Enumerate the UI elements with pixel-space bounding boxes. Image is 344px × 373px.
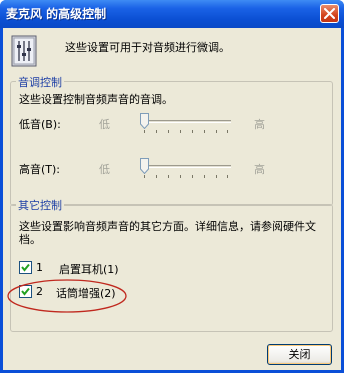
close-button[interactable]: 关闭 (267, 344, 332, 365)
window-title: 麦克风 的高级控制 (6, 7, 107, 21)
treble-label: 高音(T): (19, 163, 61, 176)
other-description-line1: 这些设置影响音频声音的其它方面。详细信息，请参阅硬件文 (19, 220, 316, 233)
bass-slider-track[interactable] (141, 120, 231, 123)
checkmark-icon (21, 263, 30, 272)
option-headphone-row[interactable]: 1 启置耳机(1) (19, 260, 159, 276)
other-group-title: 其它控制 (16, 197, 64, 213)
option-headphone-number: 1 (36, 261, 43, 274)
close-window-button[interactable] (320, 4, 339, 23)
intro-text: 这些设置可用于对音频进行微调。 (65, 41, 230, 54)
bass-slider-thumb[interactable] (140, 113, 149, 129)
treble-low-label: 低 (99, 163, 110, 176)
option-headphone-checkbox[interactable] (19, 261, 32, 274)
bass-high-label: 高 (254, 118, 265, 131)
annotation-ellipse (7, 279, 127, 313)
option-headphone-label: 启置耳机(1) (59, 263, 119, 276)
tone-description: 这些设置控制音频声音的音调。 (19, 93, 173, 106)
treble-slider-ticks (144, 175, 228, 178)
close-icon (324, 8, 335, 19)
dialog-client-area: 这些设置可用于对音频进行微调。 音调控制 这些设置控制音频声音的音调。 低音(B… (3, 28, 341, 370)
treble-slider-thumb[interactable] (140, 158, 149, 174)
dialog-window: 麦克风 的高级控制 这些设置可用于对音频进行微调。 音调控制 这些设置控制音频声… (0, 0, 344, 373)
bass-low-label: 低 (99, 118, 110, 131)
treble-high-label: 高 (254, 163, 265, 176)
mixer-icon (11, 35, 37, 67)
tone-group-title: 音调控制 (16, 74, 64, 90)
tone-control-group: 音调控制 这些设置控制音频声音的音调。 低音(B): 低 高 高音(T): 低 (10, 74, 333, 206)
bass-slider-ticks (144, 130, 228, 133)
bass-label: 低音(B): (19, 118, 61, 131)
other-description-line2: 档。 (19, 233, 41, 246)
treble-slider-track[interactable] (141, 165, 231, 168)
title-bar[interactable]: 麦克风 的高级控制 (0, 0, 344, 28)
